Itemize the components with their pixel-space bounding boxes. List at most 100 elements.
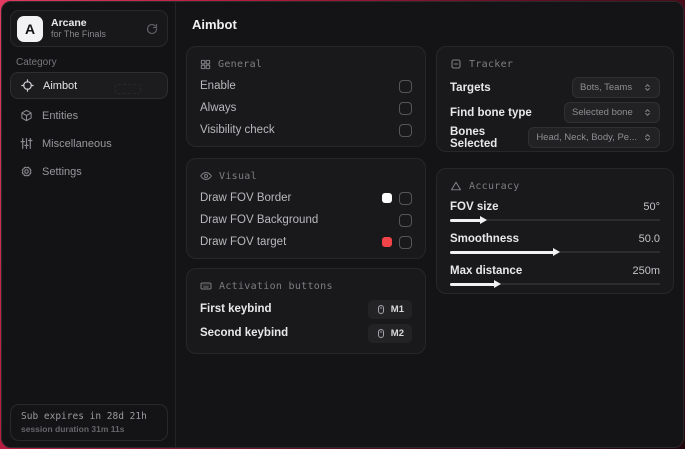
setting-label: Draw FOV Background bbox=[200, 214, 319, 226]
setting-label: Targets bbox=[450, 81, 491, 94]
setting-row-second-keybind: Second keybind M2 bbox=[200, 321, 412, 345]
panel-tracker: Tracker Targets Bots, Teams Find bone ty… bbox=[436, 46, 674, 152]
panel-activation-header: Activation buttons bbox=[200, 279, 412, 293]
session-duration-text: session duration 31m 11s bbox=[21, 424, 125, 434]
visibility-check-checkbox[interactable] bbox=[399, 123, 412, 137]
sidebar-item-label: Entities bbox=[42, 109, 79, 122]
panel-title: General bbox=[218, 58, 263, 70]
brand-card: A Arcane for The Finals bbox=[10, 10, 168, 47]
fov-size-slider[interactable] bbox=[450, 216, 660, 225]
unfold-icon bbox=[643, 108, 652, 117]
sidebar-item-label: Settings bbox=[42, 165, 82, 178]
sidebar-item-settings[interactable]: Settings bbox=[10, 158, 168, 185]
draw-fov-border-checkbox[interactable] bbox=[399, 191, 412, 205]
panel-general: General Enable Always Visibility check bbox=[186, 46, 426, 147]
dropdown-value: Head, Neck, Body, Pe... bbox=[536, 132, 637, 143]
slider-fill bbox=[450, 282, 497, 286]
page-title: Aimbot bbox=[192, 17, 237, 32]
panel-general-header: General bbox=[200, 57, 412, 71]
brand-subtitle: for The Finals bbox=[51, 29, 106, 40]
eye-icon bbox=[200, 170, 212, 182]
gear-icon bbox=[20, 165, 33, 178]
targets-dropdown[interactable]: Bots, Teams bbox=[572, 77, 660, 98]
triangle-icon bbox=[450, 180, 462, 192]
setting-row-draw-fov-border: Draw FOV Border bbox=[200, 187, 412, 209]
sidebar-item-miscellaneous[interactable]: Miscellaneous bbox=[10, 130, 168, 157]
brand-logo: A bbox=[17, 15, 43, 42]
draw-fov-target-checkbox[interactable] bbox=[399, 235, 412, 249]
setting-row-bones-selected: Bones Selected Head, Neck, Body, Pe... bbox=[450, 125, 660, 150]
setting-label: First keybind bbox=[200, 303, 272, 315]
panel-title: Accuracy bbox=[469, 180, 520, 192]
smoothness-slider[interactable] bbox=[450, 248, 660, 257]
setting-label: Visibility check bbox=[200, 124, 275, 136]
mouse-icon bbox=[376, 328, 386, 339]
subscription-card: Sub expires in 28d 21h session duration … bbox=[10, 404, 168, 441]
setting-row-find-bone-type: Find bone type Selected bone bbox=[450, 100, 660, 125]
setting-row-fov-size: FOV size 50° bbox=[450, 198, 660, 225]
setting-label: Second keybind bbox=[200, 327, 289, 339]
setting-row-draw-fov-target: Draw FOV target bbox=[200, 231, 412, 253]
setting-row-first-keybind: First keybind M1 bbox=[200, 297, 412, 321]
panel-title: Activation buttons bbox=[219, 280, 333, 292]
dropdown-value: Bots, Teams bbox=[580, 82, 633, 93]
sidebar-item-aimbot[interactable]: Aimbot bbox=[10, 72, 168, 99]
setting-row-visibility-check: Visibility check bbox=[200, 119, 412, 141]
category-label: Category bbox=[16, 57, 57, 68]
crosshair-icon bbox=[21, 79, 34, 92]
find-bone-type-dropdown[interactable]: Selected bone bbox=[564, 102, 660, 123]
panel-accuracy: Accuracy FOV size 50° Smoothness 50.0 Ma… bbox=[436, 168, 674, 294]
setting-row-always: Always bbox=[200, 97, 412, 119]
mouse-icon bbox=[376, 304, 386, 315]
draw-fov-background-checkbox[interactable] bbox=[399, 213, 412, 227]
scan-box-icon bbox=[450, 58, 462, 70]
sliders-icon bbox=[20, 137, 33, 150]
sub-expiry-text: Sub expires in 28d 21h bbox=[21, 411, 147, 422]
brand-name: Arcane bbox=[51, 17, 87, 30]
dropdown-value: Selected bone bbox=[572, 107, 633, 118]
setting-row-targets: Targets Bots, Teams bbox=[450, 75, 660, 100]
panel-accuracy-header: Accuracy bbox=[450, 179, 660, 193]
fov-size-value: 50° bbox=[643, 200, 660, 213]
sidebar-item-entities[interactable]: Entities bbox=[10, 102, 168, 129]
unfold-icon bbox=[643, 83, 652, 92]
panel-visual: Visual Draw FOV Border Draw FOV Backgrou… bbox=[186, 158, 426, 259]
brand-text: Arcane for The Finals bbox=[51, 17, 138, 39]
slider-thumb[interactable] bbox=[479, 216, 487, 224]
grid-icon bbox=[200, 59, 211, 70]
second-keybind-button[interactable]: M2 bbox=[367, 323, 412, 343]
setting-row-smoothness: Smoothness 50.0 bbox=[450, 230, 660, 257]
enable-checkbox[interactable] bbox=[399, 79, 412, 93]
first-keybind-button[interactable]: M1 bbox=[367, 299, 412, 319]
setting-label: Enable bbox=[200, 80, 236, 92]
app-window: A Arcane for The Finals Category Aimbot bbox=[1, 1, 684, 448]
keyboard-icon bbox=[200, 280, 212, 292]
slider-thumb[interactable] bbox=[494, 280, 502, 288]
setting-label: Draw FOV target bbox=[200, 236, 287, 248]
slider-fill bbox=[450, 218, 482, 222]
unfold-icon bbox=[643, 133, 652, 142]
setting-row-max-distance: Max distance 250m bbox=[450, 262, 660, 289]
setting-label: Bones Selected bbox=[450, 125, 498, 150]
panel-title: Tracker bbox=[469, 58, 514, 70]
setting-label: FOV size bbox=[450, 200, 499, 213]
max-distance-value: 250m bbox=[632, 264, 660, 277]
setting-label: Always bbox=[200, 102, 237, 114]
slider-thumb[interactable] bbox=[553, 248, 560, 256]
always-checkbox[interactable] bbox=[399, 101, 412, 115]
bones-selected-dropdown[interactable]: Head, Neck, Body, Pe... bbox=[528, 127, 660, 148]
panel-title: Visual bbox=[219, 170, 257, 182]
max-distance-slider[interactable] bbox=[450, 280, 660, 289]
panel-visual-header: Visual bbox=[200, 169, 412, 183]
fov-target-color-swatch[interactable] bbox=[382, 237, 392, 247]
setting-row-draw-fov-background: Draw FOV Background bbox=[200, 209, 412, 231]
keybind-value: M1 bbox=[390, 303, 404, 315]
smoothness-value: 50.0 bbox=[638, 232, 660, 245]
fov-border-color-swatch[interactable] bbox=[382, 193, 392, 203]
setting-label: Draw FOV Border bbox=[200, 192, 292, 204]
main-content: Aimbot General Enable Always Visibility … bbox=[177, 2, 683, 447]
sidebar-item-label: Miscellaneous bbox=[42, 137, 112, 150]
ghost-badge bbox=[115, 84, 141, 94]
refresh-icon[interactable] bbox=[146, 23, 158, 35]
panel-activation-buttons: Activation buttons First keybind M1 Seco… bbox=[186, 268, 426, 354]
